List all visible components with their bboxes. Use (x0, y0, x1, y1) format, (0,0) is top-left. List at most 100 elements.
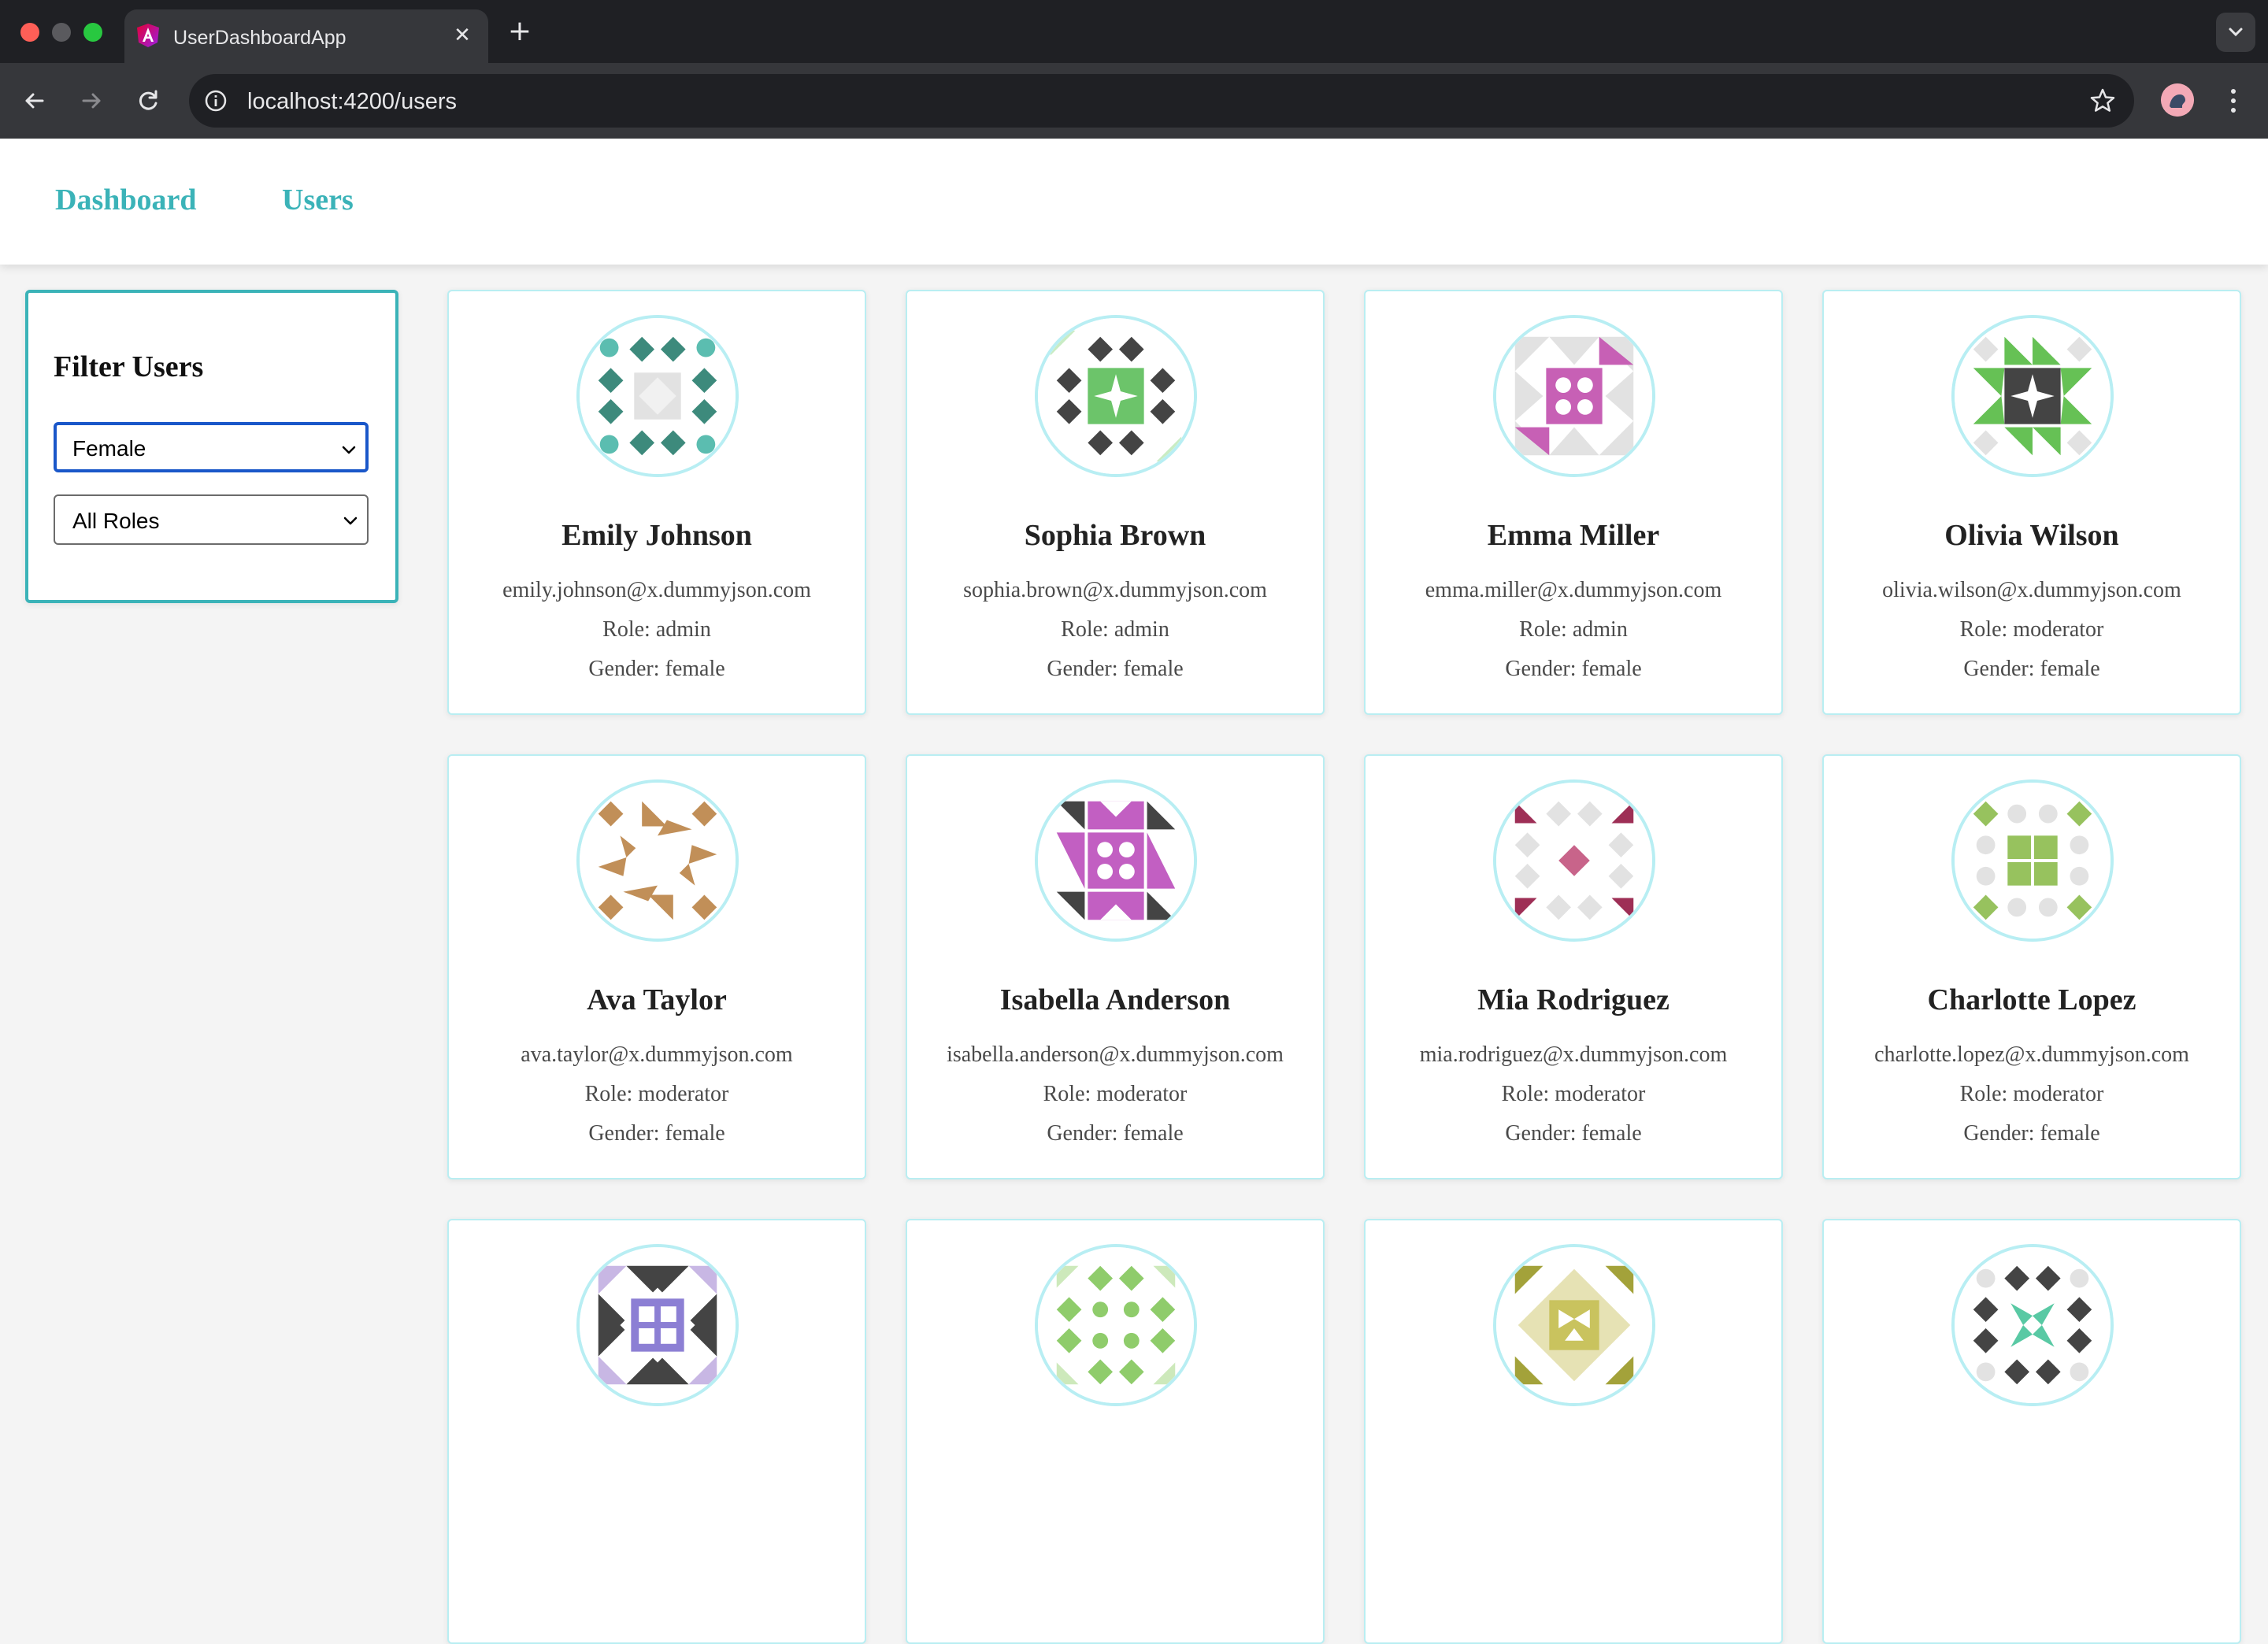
browser-tab[interactable]: UserDashboardApp ✕ (124, 9, 488, 63)
user-avatar (1493, 1244, 1655, 1406)
profile-icon (2161, 83, 2194, 117)
user-role: Role: moderator (1043, 1082, 1188, 1106)
user-card[interactable]: Isabella Anderson isabella.anderson@x.du… (906, 754, 1325, 1179)
user-gender: Gender: female (1963, 657, 2100, 681)
user-card[interactable]: Charlotte Lopez charlotte.lopez@x.dummyj… (1822, 754, 2241, 1179)
user-card[interactable] (447, 1219, 866, 1644)
user-avatar (1493, 315, 1655, 477)
user-name: Ava Taylor (587, 983, 727, 1016)
identicon-icon (1038, 318, 1194, 474)
address-url: localhost:4200/users (247, 89, 457, 114)
user-email: ava.taylor@x.dummyjson.com (521, 1042, 793, 1067)
user-role: Role: moderator (1959, 617, 2104, 642)
user-avatar (576, 779, 739, 942)
filter-panel: Filter Users Female All Roles (25, 290, 398, 603)
user-avatar (576, 1244, 739, 1406)
identicon-icon (1955, 783, 2110, 939)
filter-title: Filter Users (54, 350, 204, 383)
user-gender: Gender: female (588, 1121, 725, 1146)
user-role: Role: admin (1519, 617, 1628, 642)
user-email: olivia.wilson@x.dummyjson.com (1882, 578, 2181, 602)
user-name: Mia Rodriguez (1477, 983, 1670, 1016)
user-gender: Gender: female (1505, 657, 1642, 681)
browser-toolbar: localhost:4200/users (0, 63, 2268, 139)
user-avatar (1035, 779, 1197, 942)
user-name: Charlotte Lopez (1927, 983, 2136, 1016)
user-card[interactable]: Mia Rodriguez mia.rodriguez@x.dummyjson.… (1364, 754, 1783, 1179)
user-avatar (1493, 779, 1655, 942)
user-role: Role: moderator (1501, 1082, 1646, 1106)
forward-arrow-icon[interactable] (72, 82, 110, 120)
user-name: Emily Johnson (561, 519, 752, 552)
tab-close-icon[interactable]: ✕ (449, 22, 476, 49)
nav-link-users[interactable]: Users (282, 183, 354, 217)
user-gender: Gender: female (1047, 1121, 1184, 1146)
identicon-icon (1955, 318, 2110, 474)
user-gender: Gender: female (1505, 1121, 1642, 1146)
user-card[interactable] (1364, 1219, 1783, 1644)
app-navbar: Dashboard Users (0, 139, 2268, 265)
user-card[interactable] (906, 1219, 1325, 1644)
tab-title: UserDashboardApp (173, 27, 346, 49)
window-close-button[interactable] (20, 23, 39, 42)
user-avatar (1951, 779, 2114, 942)
identicon-icon (580, 318, 736, 474)
user-card[interactable]: Emma Miller emma.miller@x.dummyjson.com … (1364, 290, 1783, 715)
back-arrow-icon[interactable] (16, 82, 54, 120)
chevron-down-icon (342, 446, 356, 454)
gender-select[interactable]: Female (54, 422, 369, 472)
window-minimize-button[interactable] (52, 23, 71, 42)
address-bar[interactable]: localhost:4200/users (189, 74, 2134, 128)
user-email: emily.johnson@x.dummyjson.com (502, 578, 811, 602)
user-role: Role: admin (602, 617, 711, 642)
identicon-icon (580, 1247, 736, 1403)
user-email: sophia.brown@x.dummyjson.com (963, 578, 1267, 602)
user-name: Sophia Brown (1024, 519, 1206, 552)
user-gender: Gender: female (1963, 1121, 2100, 1146)
user-card[interactable]: Sophia Brown sophia.brown@x.dummyjson.co… (906, 290, 1325, 715)
user-name: Emma Miller (1487, 519, 1660, 552)
identicon-icon (1038, 1247, 1194, 1403)
user-avatar (1951, 315, 2114, 477)
user-name: Olivia Wilson (1944, 519, 2119, 552)
user-name: Isabella Anderson (999, 983, 1231, 1016)
user-role: Role: moderator (584, 1082, 729, 1106)
user-avatar (1035, 315, 1197, 477)
browser-menu-icon[interactable] (2222, 82, 2244, 120)
reload-icon[interactable] (129, 82, 167, 120)
identicon-icon (1496, 1247, 1652, 1403)
role-select[interactable]: All Roles (54, 494, 369, 545)
angular-favicon-icon (137, 24, 159, 47)
chevron-down-icon (2229, 28, 2243, 37)
new-tab-button[interactable]: + (504, 16, 536, 47)
identicon-icon (1496, 783, 1652, 939)
user-email: charlotte.lopez@x.dummyjson.com (1874, 1042, 2189, 1067)
tab-search-button[interactable] (2216, 13, 2255, 52)
user-card[interactable]: Olivia Wilson olivia.wilson@x.dummyjson.… (1822, 290, 2241, 715)
chevron-down-icon (343, 517, 358, 525)
gender-select-value: Female (72, 436, 146, 461)
identicon-icon (1038, 783, 1194, 939)
identicon-icon (1955, 1247, 2110, 1403)
role-select-value: All Roles (72, 509, 160, 533)
site-info-icon[interactable] (203, 88, 228, 113)
user-card[interactable]: Ava Taylor ava.taylor@x.dummyjson.com Ro… (447, 754, 866, 1179)
user-role: Role: admin (1061, 617, 1169, 642)
window-maximize-button[interactable] (83, 23, 102, 42)
user-email: emma.miller@x.dummyjson.com (1425, 578, 1722, 602)
bookmark-star-icon[interactable] (2088, 87, 2117, 115)
user-role: Role: moderator (1959, 1082, 2104, 1106)
user-gender: Gender: female (1047, 657, 1184, 681)
user-avatar (1035, 1244, 1197, 1406)
user-email: mia.rodriguez@x.dummyjson.com (1419, 1042, 1728, 1067)
user-avatar (1951, 1244, 2114, 1406)
user-avatar (576, 315, 739, 477)
user-card[interactable] (1822, 1219, 2241, 1644)
user-card[interactable]: Emily Johnson emily.johnson@x.dummyjson.… (447, 290, 866, 715)
user-gender: Gender: female (588, 657, 725, 681)
user-email: isabella.anderson@x.dummyjson.com (947, 1042, 1284, 1067)
identicon-icon (1496, 318, 1652, 474)
profile-avatar[interactable] (2161, 83, 2194, 117)
browser-tabstrip: UserDashboardApp ✕ + (0, 0, 2268, 63)
nav-link-dashboard[interactable]: Dashboard (55, 183, 197, 217)
